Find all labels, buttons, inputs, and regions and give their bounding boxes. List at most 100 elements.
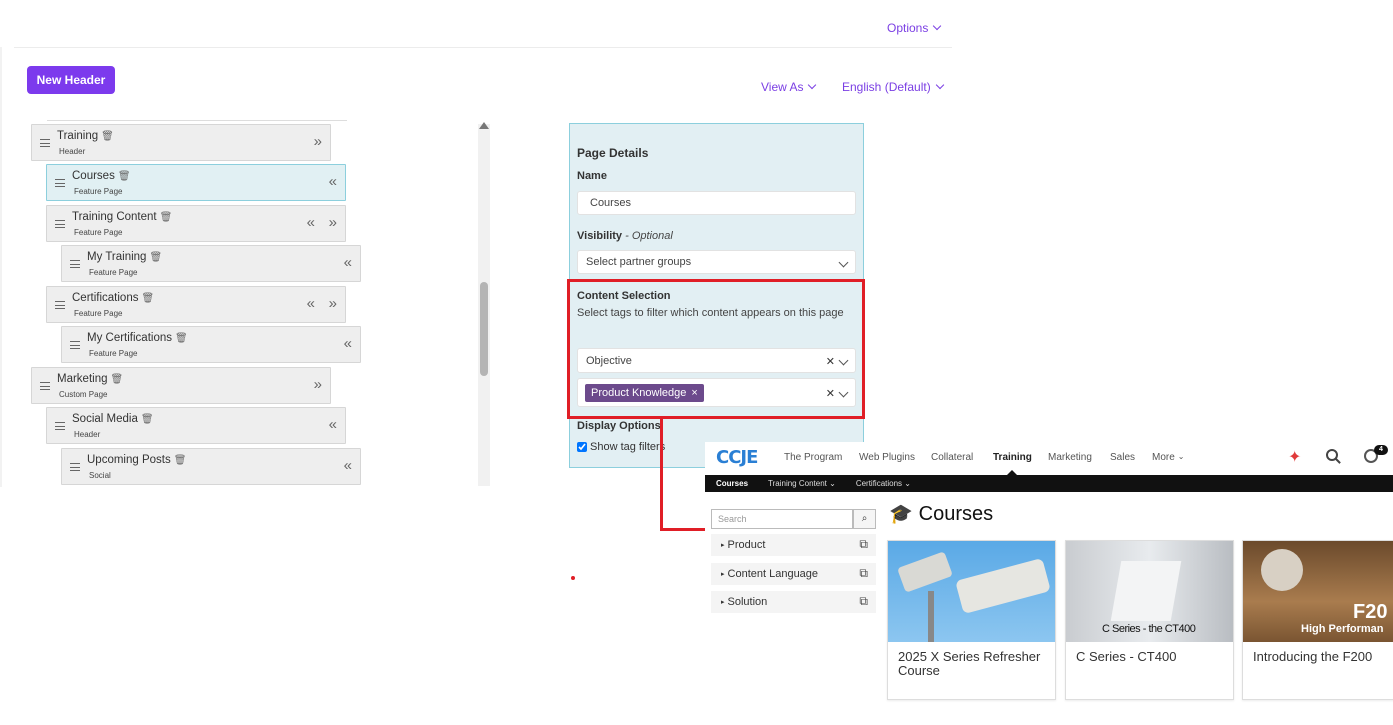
trash-icon[interactable]: 🗑 <box>141 414 154 425</box>
show-tag-filters-checkbox[interactable] <box>577 442 587 452</box>
expand-icon: ▸ <box>721 599 725 606</box>
filter-product[interactable]: ▸ Product ⧉ <box>711 534 876 556</box>
nav-sales[interactable]: Sales <box>1110 452 1135 463</box>
tree-node-training[interactable]: Training 🗑 Header » <box>31 124 331 161</box>
chevron-down-icon <box>838 257 849 268</box>
indent-left-icon[interactable]: « <box>307 214 315 231</box>
trash-icon[interactable]: 🗑 <box>141 293 154 304</box>
indent-left-icon[interactable]: « <box>329 416 337 433</box>
name-input[interactable]: Courses <box>577 191 856 215</box>
tree-node-certifications[interactable]: Certifications 🗑 Feature Page « » <box>46 286 346 323</box>
course-image-subcaption: High Performan <box>1301 623 1384 635</box>
trash-icon[interactable]: 🗑 <box>160 212 173 223</box>
indent-left-icon[interactable]: « <box>344 335 352 352</box>
visibility-label-text: Visibility <box>577 230 623 242</box>
tree-node-type: Feature Page <box>89 268 138 277</box>
course-card[interactable]: C Series - the CT400 C Series - CT400 <box>1065 540 1234 700</box>
tree-node-title: Marketing <box>57 373 108 385</box>
nav-the-program[interactable]: The Program <box>784 452 842 463</box>
subnav-certifications[interactable]: Certifications ⌄ <box>856 479 911 488</box>
course-card[interactable]: F20 High Performan Introducing the F200 <box>1242 540 1393 700</box>
drag-handle-icon[interactable] <box>55 301 65 309</box>
display-options-label: Display Options <box>577 420 661 432</box>
subnav-courses[interactable]: Courses <box>716 479 748 488</box>
options-dropdown[interactable]: Options <box>887 21 942 35</box>
notification-badge: 4 <box>1374 445 1388 455</box>
annotation-dot <box>571 576 575 580</box>
tree-node-social-media[interactable]: Social Media 🗑 Header « <box>46 407 346 444</box>
trash-icon[interactable]: 🗑 <box>149 252 162 263</box>
connector-line <box>660 419 663 531</box>
site-logo[interactable]: CCJE <box>716 447 758 468</box>
language-dropdown[interactable]: English (Default) <box>842 80 944 94</box>
trash-icon[interactable]: 🗑 <box>174 455 187 466</box>
nav-training[interactable]: Training <box>993 452 1032 463</box>
tree-node-training-content[interactable]: Training Content 🗑 Feature Page « » <box>46 205 346 242</box>
external-link-icon[interactable]: ⧉ <box>859 594 868 609</box>
tree-node-marketing[interactable]: Marketing 🗑 Custom Page » <box>31 367 331 404</box>
tree-node-courses[interactable]: Courses 🗑 Feature Page « <box>46 164 346 201</box>
tree-node-type: Feature Page <box>89 349 138 358</box>
tree-node-my-training[interactable]: My Training 🗑 Feature Page « <box>61 245 361 282</box>
external-link-icon[interactable]: ⧉ <box>859 566 868 581</box>
indent-right-icon[interactable]: » <box>329 295 337 312</box>
drag-handle-icon[interactable] <box>70 341 80 349</box>
search-icon-handle <box>1335 458 1341 464</box>
expand-icon: ▸ <box>721 542 725 549</box>
nav-more[interactable]: More ⌄ <box>1152 452 1185 463</box>
external-link-icon[interactable]: ⧉ <box>859 537 868 552</box>
course-card[interactable]: 2025 X Series Refresher Course <box>887 540 1056 700</box>
indent-left-icon[interactable]: « <box>329 173 337 190</box>
drag-handle-icon[interactable] <box>55 220 65 228</box>
search-button[interactable]: ⌕ <box>853 509 876 529</box>
filter-solution[interactable]: ▸ Solution ⧉ <box>711 591 876 613</box>
trash-icon[interactable]: 🗑 <box>111 374 124 385</box>
sparkle-icon[interactable]: ✦ <box>1288 447 1301 467</box>
view-as-label: View As <box>761 80 804 94</box>
show-tag-filters-row[interactable]: Show tag filters <box>577 441 665 453</box>
trash-icon[interactable]: 🗑 <box>175 333 188 344</box>
drag-handle-icon[interactable] <box>40 139 50 147</box>
drag-handle-icon[interactable] <box>70 260 80 268</box>
filter-label: Content Language <box>727 568 819 580</box>
drag-handle-icon[interactable] <box>55 179 65 187</box>
drag-handle-icon[interactable] <box>55 422 65 430</box>
sub-navigation: Courses Training Content ⌄ Certification… <box>705 475 1393 492</box>
tree-node-upcoming-posts[interactable]: Upcoming Posts 🗑 Social « <box>61 448 361 485</box>
nav-web-plugins[interactable]: Web Plugins <box>859 452 915 463</box>
scrollbar-thumb[interactable] <box>480 282 488 376</box>
chevron-down-icon <box>935 80 944 90</box>
drag-handle-icon[interactable] <box>40 382 50 390</box>
indent-left-icon[interactable]: « <box>344 254 352 271</box>
scroll-up-icon[interactable] <box>479 122 489 129</box>
trash-icon[interactable]: 🗑 <box>101 131 114 142</box>
tree-node-my-certifications[interactable]: My Certifications 🗑 Feature Page « <box>61 326 361 363</box>
show-tag-filters-label: Show tag filters <box>590 441 666 453</box>
nav-marketing[interactable]: Marketing <box>1048 452 1092 463</box>
tree-node-type: Social <box>89 471 111 480</box>
page-title-text: Courses <box>918 502 994 525</box>
view-as-dropdown[interactable]: View As <box>761 80 817 94</box>
tree-node-title: My Training <box>87 251 147 263</box>
indent-right-icon[interactable]: » <box>314 376 322 393</box>
course-card-title: C Series - CT400 <box>1076 649 1177 664</box>
trash-icon[interactable]: 🗑 <box>118 171 131 182</box>
subnav-training-content[interactable]: Training Content ⌄ <box>768 479 836 488</box>
indent-right-icon[interactable]: » <box>314 133 322 150</box>
indent-left-icon[interactable]: « <box>307 295 315 312</box>
visibility-select[interactable]: Select partner groups <box>577 250 856 274</box>
search-icon: ⌕ <box>861 513 868 524</box>
name-label: Name <box>577 170 607 182</box>
tree-node-title: My Certifications <box>87 332 172 344</box>
indent-left-icon[interactable]: « <box>344 457 352 474</box>
tree-node-title: Training <box>57 130 99 142</box>
chevron-down-icon <box>933 21 942 31</box>
visibility-optional: - Optional <box>625 230 673 242</box>
filter-content-language[interactable]: ▸ Content Language ⧉ <box>711 563 876 585</box>
tree-node-type: Feature Page <box>74 187 123 196</box>
new-header-button[interactable]: New Header <box>27 66 115 94</box>
nav-collateral[interactable]: Collateral <box>931 452 973 463</box>
indent-right-icon[interactable]: » <box>329 214 337 231</box>
search-input[interactable]: Search <box>711 509 853 529</box>
drag-handle-icon[interactable] <box>70 463 80 471</box>
